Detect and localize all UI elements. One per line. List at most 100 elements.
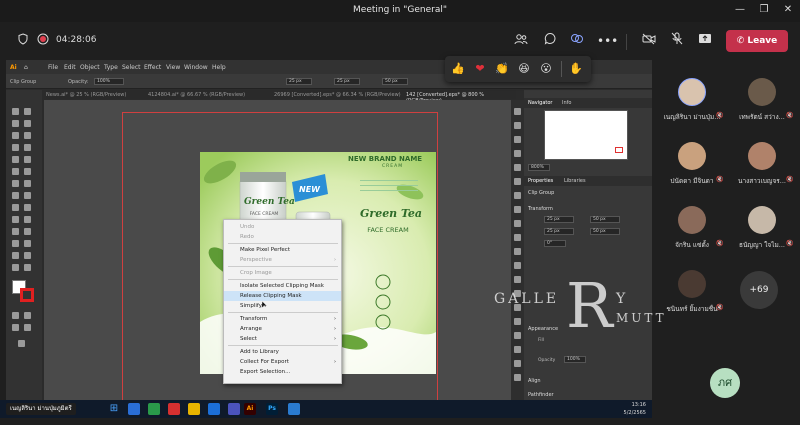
context-menu-item[interactable]: Arrange › — [224, 324, 341, 334]
doc-tab[interactable]: 26969 [Converted].eps* @ 66.34 % (RGB/Pr… — [274, 92, 401, 98]
color-mode-icon[interactable] — [12, 312, 19, 319]
menu-effect[interactable]: Effect — [144, 64, 161, 71]
leave-button[interactable]: ✆ Leave — [726, 30, 788, 52]
line-icon[interactable] — [148, 403, 160, 415]
context-menu-item[interactable]: Simplify... — [224, 301, 341, 311]
type-tool-icon[interactable] — [12, 144, 19, 151]
raise-hand-icon[interactable]: ✋ — [567, 60, 585, 78]
menu-window[interactable]: Window — [184, 64, 208, 71]
youtube-icon[interactable] — [168, 403, 180, 415]
navigator-preview[interactable] — [544, 110, 628, 160]
panel-icon[interactable] — [514, 192, 521, 199]
file-explorer-icon[interactable] — [188, 403, 200, 415]
free-transform-tool-icon[interactable] — [24, 192, 31, 199]
participant-tile[interactable]: เทพรัตน์ สว่าง... 🔇 — [726, 74, 798, 130]
transform-angle[interactable]: 0° — [544, 240, 566, 247]
menu-edit[interactable]: Edit — [64, 64, 76, 71]
panel-icon[interactable] — [514, 332, 521, 339]
doc-tab[interactable]: News.ai* @ 25 % (RGB/Preview) — [46, 92, 126, 98]
perspective-tool-icon[interactable] — [24, 204, 31, 211]
info-tab[interactable]: Info — [562, 100, 571, 106]
windows-start-icon[interactable]: ⊞ — [108, 403, 120, 415]
magic-wand-tool-icon[interactable] — [12, 120, 19, 127]
y-input[interactable]: 25 px — [334, 78, 360, 85]
menu-view[interactable]: View — [166, 64, 180, 71]
maximize-icon[interactable]: ❐ — [756, 4, 772, 15]
applause-reaction-icon[interactable]: 👏 — [493, 60, 511, 78]
panel-icon[interactable] — [514, 346, 521, 353]
photos-icon[interactable] — [288, 403, 300, 415]
photoshop-taskbar-icon[interactable]: Ps — [266, 403, 278, 415]
share-screen-icon[interactable] — [696, 32, 714, 50]
camera-off-icon[interactable] — [640, 32, 658, 50]
rotate-tool-icon[interactable] — [12, 180, 19, 187]
draw-mode-icon[interactable] — [12, 324, 19, 331]
context-menu-item[interactable]: Collect For Export › — [224, 357, 341, 367]
symbol-sprayer-tool-icon[interactable] — [12, 240, 19, 247]
participant-tile[interactable]: ธนัญญา ใจไม... 🔇 — [726, 202, 798, 258]
teams-icon[interactable] — [228, 403, 240, 415]
navigator-viewbox[interactable] — [615, 147, 623, 153]
transform-x[interactable]: 25 px — [544, 216, 574, 223]
curvature-tool-icon[interactable] — [24, 132, 31, 139]
panel-icon[interactable] — [514, 234, 521, 241]
width-tool-icon[interactable] — [12, 192, 19, 199]
hand-tool-icon[interactable] — [12, 264, 19, 271]
libraries-tab[interactable]: Libraries — [564, 178, 586, 184]
self-avatar[interactable]: ภศ — [710, 368, 740, 398]
mic-off-icon[interactable] — [668, 32, 686, 50]
navigator-zoom[interactable]: 800% — [528, 164, 550, 171]
laugh-reaction-icon[interactable]: 😆 — [515, 60, 533, 78]
breakout-rooms-icon[interactable] — [568, 32, 586, 50]
line-tool-icon[interactable] — [24, 144, 31, 151]
w-input[interactable]: 50 px — [382, 78, 408, 85]
context-menu-item[interactable]: Release Clipping Mask — [224, 291, 341, 301]
navigator-tab[interactable]: Navigator — [528, 100, 552, 106]
word-icon[interactable] — [208, 403, 220, 415]
close-icon[interactable]: ✕ — [780, 4, 796, 15]
transform-w[interactable]: 50 px — [590, 216, 620, 223]
transform-y[interactable]: 25 px — [544, 228, 574, 235]
context-menu-item[interactable]: Transform › — [224, 314, 341, 324]
heart-reaction-icon[interactable]: ❤ — [471, 60, 489, 78]
minimize-icon[interactable]: — — [732, 4, 748, 15]
direct-selection-tool-icon[interactable] — [24, 108, 31, 115]
panel-icon[interactable] — [514, 360, 521, 367]
eyedropper-tool-icon[interactable] — [12, 228, 19, 235]
rectangle-tool-icon[interactable] — [12, 156, 19, 163]
pen-tool-icon[interactable] — [12, 132, 19, 139]
panel-icon[interactable] — [514, 164, 521, 171]
appearance-opacity[interactable]: 100% — [564, 356, 586, 363]
panel-icon[interactable] — [514, 290, 521, 297]
surprised-reaction-icon[interactable]: 😮 — [537, 60, 555, 78]
transform-h[interactable]: 50 px — [590, 228, 620, 235]
panel-icon[interactable] — [514, 304, 521, 311]
context-menu-item[interactable]: Make Pixel Perfect — [224, 245, 341, 255]
participant-tile[interactable]: นางสาวเบญจร... 🔇 — [726, 138, 798, 194]
context-menu-item[interactable]: Undo — [224, 222, 341, 232]
context-menu-item[interactable]: Export Selection... — [224, 367, 341, 377]
more-participants-button[interactable]: +69 — [740, 271, 778, 309]
panel-icon[interactable] — [514, 108, 521, 115]
people-icon[interactable] — [512, 32, 530, 50]
lasso-tool-icon[interactable] — [24, 120, 31, 127]
context-menu-item[interactable]: Isolate Selected Clipping Mask — [224, 281, 341, 291]
panel-icon[interactable] — [514, 136, 521, 143]
context-menu-item[interactable]: Add to Library — [224, 347, 341, 357]
paintbrush-tool-icon[interactable] — [24, 156, 31, 163]
menu-select[interactable]: Select — [122, 64, 141, 71]
slice-tool-icon[interactable] — [24, 252, 31, 259]
panel-icon[interactable] — [514, 206, 521, 213]
panel-icon[interactable] — [514, 122, 521, 129]
blend-tool-icon[interactable] — [24, 228, 31, 235]
opacity-input[interactable]: 100% — [94, 78, 124, 85]
panel-icon[interactable] — [514, 262, 521, 269]
panel-icon[interactable] — [514, 318, 521, 325]
artboard-tool-icon[interactable] — [12, 252, 19, 259]
context-menu-item[interactable]: Crop Image — [224, 268, 341, 278]
illustrator-taskbar-icon[interactable]: Ai — [244, 403, 256, 415]
edge-icon[interactable] — [128, 403, 140, 415]
panel-icon[interactable] — [514, 150, 521, 157]
panel-icon[interactable] — [514, 220, 521, 227]
x-input[interactable]: 25 px — [286, 78, 312, 85]
